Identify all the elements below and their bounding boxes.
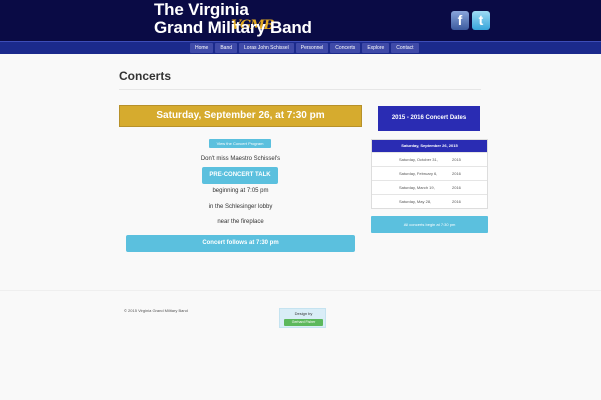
site-header: VGMB The Virginia Grand Military Band f …	[0, 0, 601, 41]
event-date-banner: Saturday, September 26, at 7:30 pm	[119, 105, 362, 127]
date-year: 2016	[452, 171, 461, 176]
precon-location-text: in the Schlesinger lobby	[208, 204, 273, 210]
main-nav: Home Band Loras John Schissel Personnel …	[0, 41, 601, 54]
view-program-button[interactable]: View the Concert Program	[209, 139, 271, 148]
nav-item-loras-john-schissel[interactable]: Loras John Schissel	[239, 43, 294, 53]
nav-item-personnel[interactable]: Personnel	[295, 43, 329, 53]
concert-dates-header: 2015 - 2016 Concert Dates	[378, 106, 480, 131]
date-row[interactable]: Saturday, May 28, 2016	[372, 194, 487, 208]
nav-item-contact[interactable]: Contact	[391, 43, 419, 53]
precon-intro-text: Don't miss Maestro Schissel's	[200, 156, 281, 162]
nav-item-concerts[interactable]: Concerts	[330, 43, 361, 53]
date-label: Saturday, October 31,	[399, 157, 438, 162]
concert-time-note: All concerts begin at 7:30 pm	[371, 216, 488, 233]
date-row[interactable]: Saturday, March 19, 2016	[372, 180, 487, 194]
date-row-active[interactable]: Saturday, September 26, 2015	[372, 140, 487, 152]
date-label: Saturday, March 19,	[399, 185, 435, 190]
design-by-label: Design by	[294, 311, 313, 316]
pre-concert-talk-button[interactable]: PRE-CONCERT TALK	[202, 167, 278, 184]
footer-divider	[0, 290, 601, 291]
concert-dates-list: Saturday, September 26, 2015 Saturday, O…	[371, 139, 488, 209]
site-title-line2: Grand Military Band	[154, 18, 312, 37]
twitter-icon[interactable]: t	[472, 11, 490, 30]
date-year: 2016	[452, 199, 461, 204]
concert-follows-button[interactable]: Concert follows at 7:30 pm	[126, 235, 355, 252]
date-year: 2015	[452, 157, 461, 162]
vgmb-logo[interactable]: VGMB	[115, 6, 275, 34]
copyright-text: © 2015 Virginia Grand Military Band	[124, 308, 188, 313]
date-row[interactable]: Saturday, October 31, 2015	[372, 152, 487, 166]
designer-button[interactable]: Gerhard Fisher	[284, 319, 323, 326]
precon-time-text: beginning at 7:05 pm	[212, 188, 269, 194]
date-row[interactable]: Saturday, February 6, 2016	[372, 166, 487, 180]
page-title: Concerts	[119, 69, 172, 83]
design-credit: Design by Gerhard Fisher	[279, 308, 326, 328]
date-label: Saturday, May 28,	[399, 199, 432, 204]
precon-detail-text: near the fireplace	[217, 219, 264, 225]
title-divider	[119, 89, 481, 90]
nav-item-explore[interactable]: Explore	[362, 43, 390, 53]
site-title-line1: The Virginia	[154, 0, 249, 19]
site-title[interactable]: The Virginia Grand Military Band	[154, 1, 312, 37]
facebook-icon[interactable]: f	[451, 11, 469, 30]
date-label: Saturday, February 6,	[399, 171, 438, 176]
date-year: 2016	[452, 185, 461, 190]
nav-item-home[interactable]: Home	[190, 43, 214, 53]
nav-item-band[interactable]: Band	[215, 43, 238, 53]
